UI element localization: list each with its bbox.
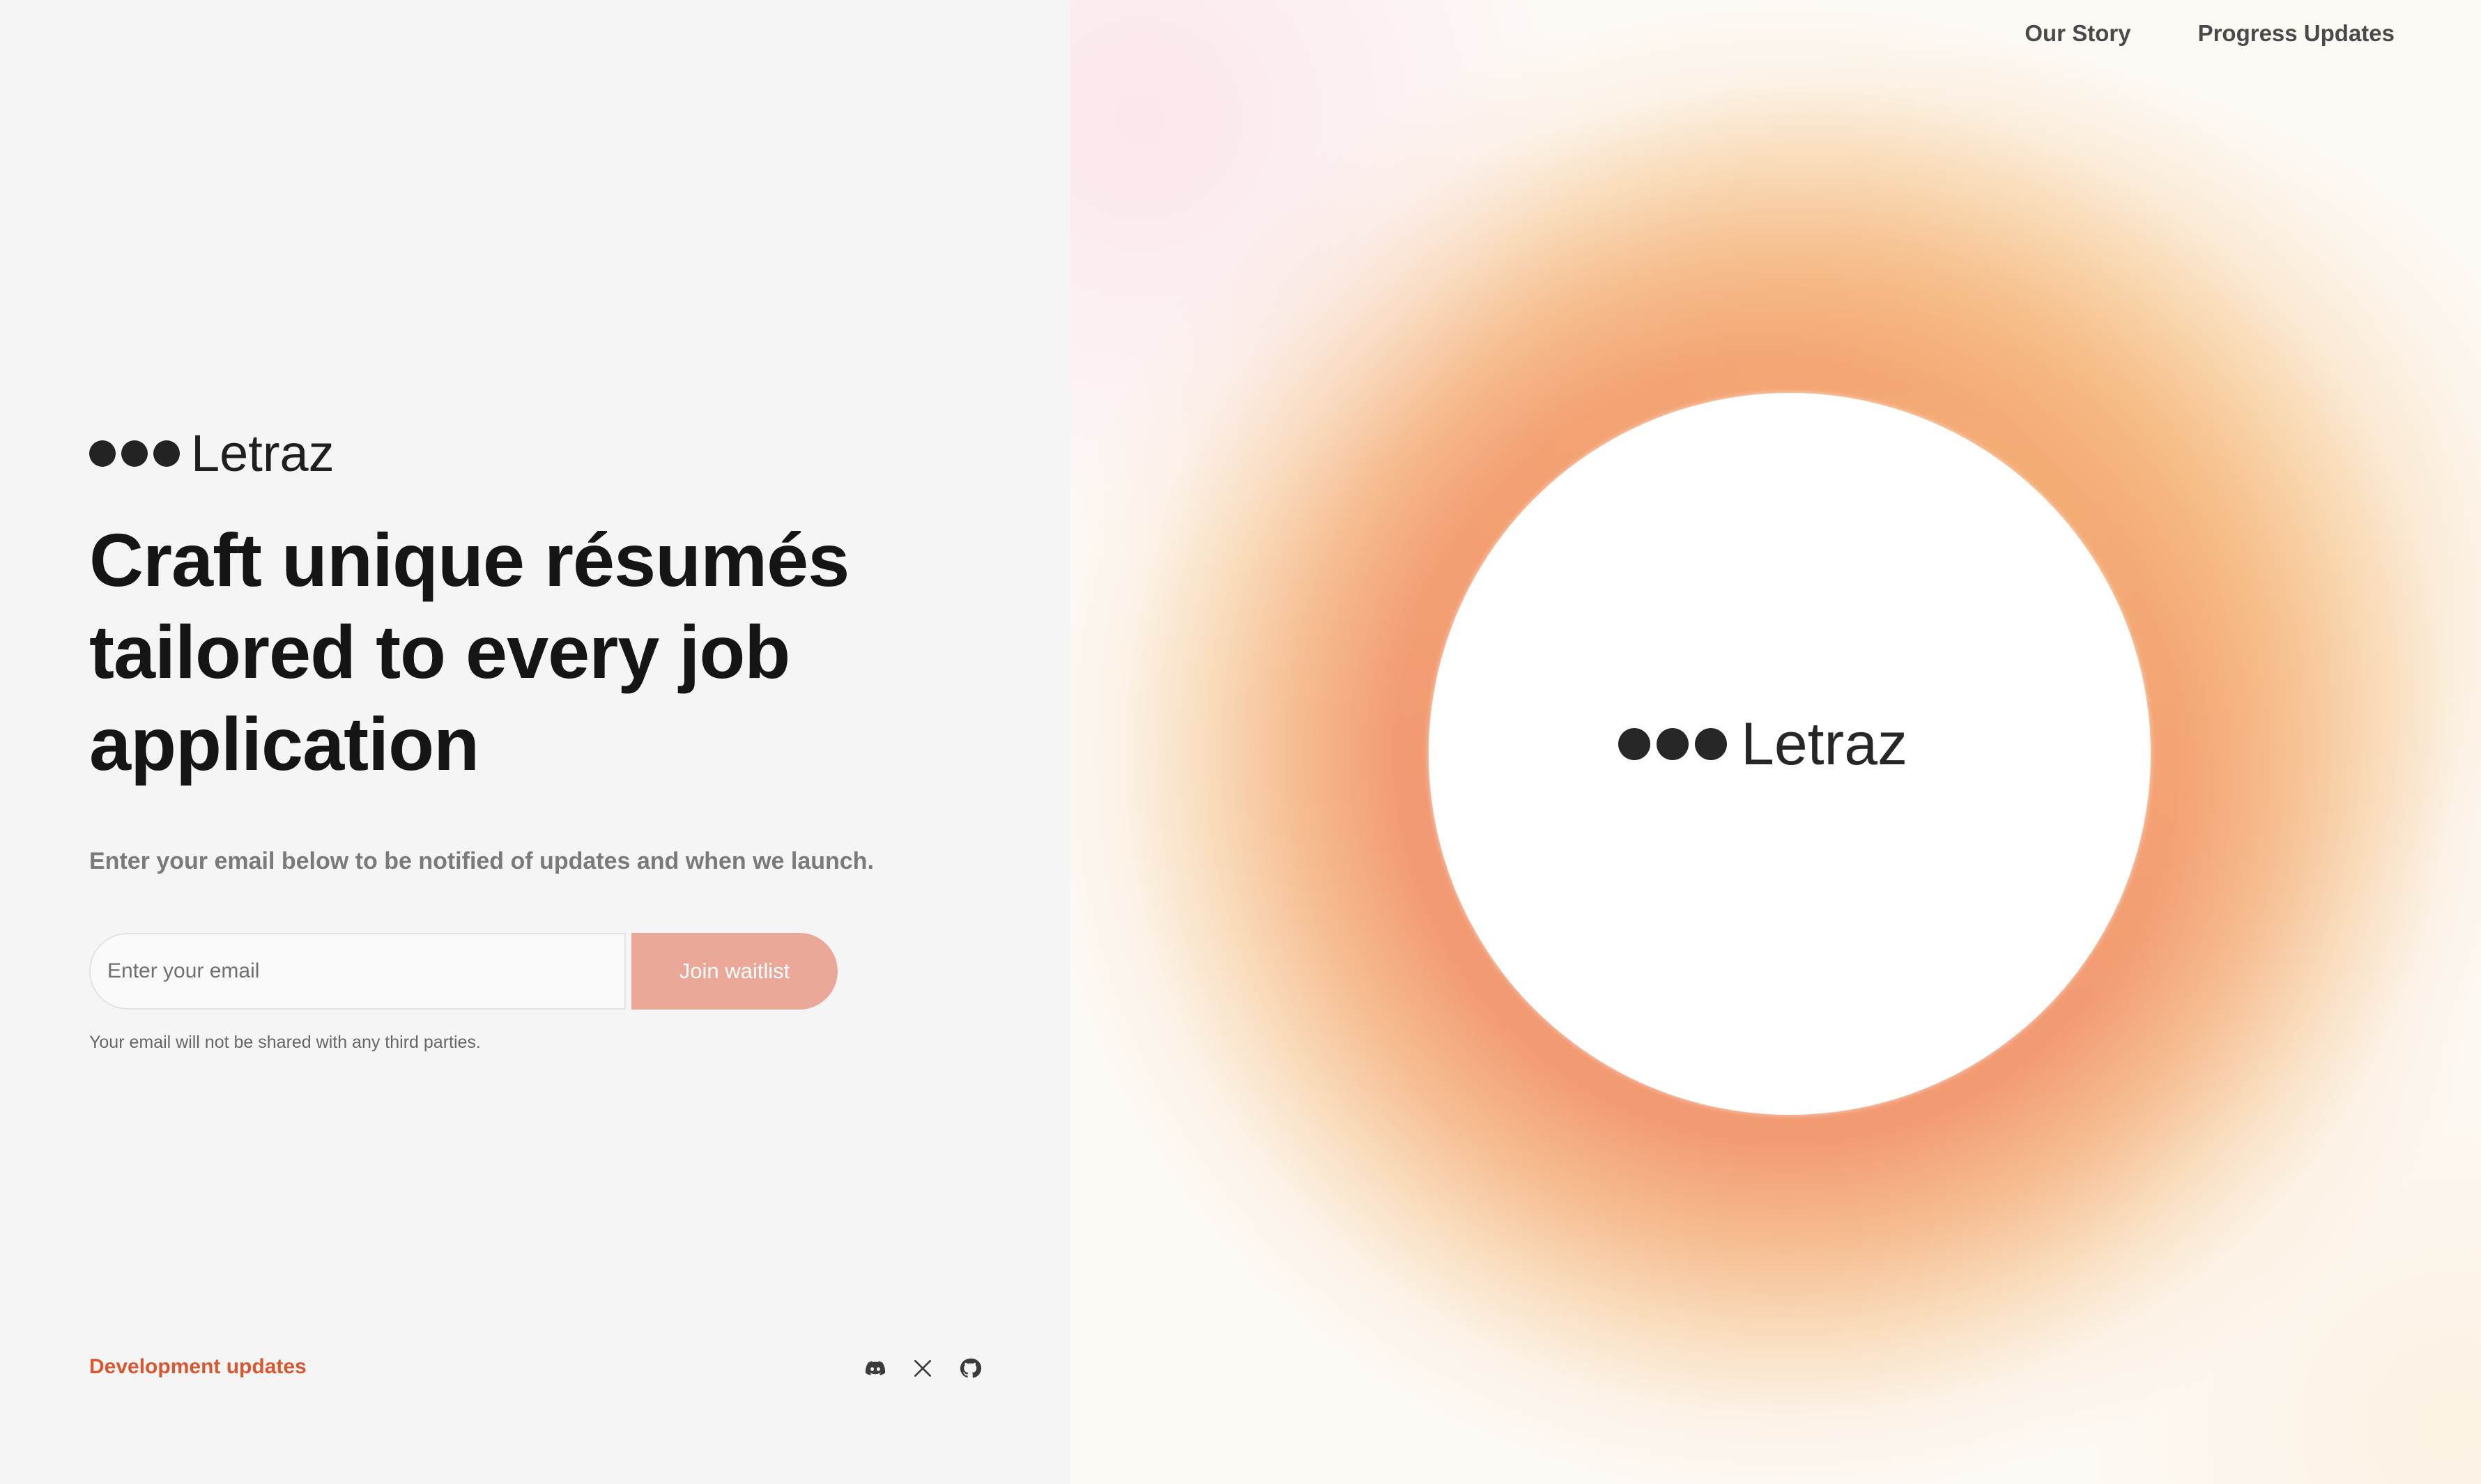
x-icon[interactable]: [912, 1357, 934, 1379]
development-updates-link[interactable]: Development updates: [89, 1352, 307, 1382]
nav-progress-updates[interactable]: Progress Updates: [2198, 15, 2395, 52]
hero-brand-name: Letraz: [1741, 711, 1908, 778]
privacy-note: Your email will not be shared with any t…: [89, 1033, 481, 1052]
join-waitlist-button[interactable]: Join waitlist: [631, 933, 838, 1010]
logo-dot: [1618, 728, 1650, 760]
logo-dots-icon: [89, 440, 180, 467]
x-icon-glyph: [914, 1360, 931, 1377]
hero-headline: Craft unique résumés tailored to every j…: [89, 518, 850, 786]
logo-dot: [1657, 728, 1689, 760]
discord-icon-glyph: [865, 1361, 886, 1375]
landing-page: Letraz Craft unique résumés tailored to …: [0, 0, 2481, 1484]
hero-visual-panel: Letraz Our Story Progress Updates: [1070, 0, 2481, 1484]
logo-dot: [121, 440, 148, 467]
left-panel: Letraz Craft unique résumés tailored to …: [0, 0, 1070, 1484]
logo-dot: [153, 440, 180, 467]
social-links: [864, 1354, 981, 1382]
brand-name: Letraz: [191, 424, 335, 482]
logo-dot: [1695, 728, 1727, 760]
hero-subtitle: Enter your email below to be notified of…: [89, 848, 874, 874]
waitlist-form: Join waitlist: [89, 932, 838, 1010]
logo-dot: [89, 440, 116, 467]
top-nav: Our Story Progress Updates: [2025, 15, 2395, 52]
brand-logo: Letraz: [89, 422, 335, 485]
github-icon[interactable]: [959, 1357, 981, 1379]
discord-icon[interactable]: [864, 1357, 886, 1379]
hero-logo: Letraz: [1618, 711, 1907, 778]
hero-logo-dots-icon: [1618, 728, 1727, 760]
github-icon-glyph: [960, 1358, 981, 1378]
nav-our-story[interactable]: Our Story: [2025, 15, 2130, 52]
email-input[interactable]: [89, 933, 626, 1010]
